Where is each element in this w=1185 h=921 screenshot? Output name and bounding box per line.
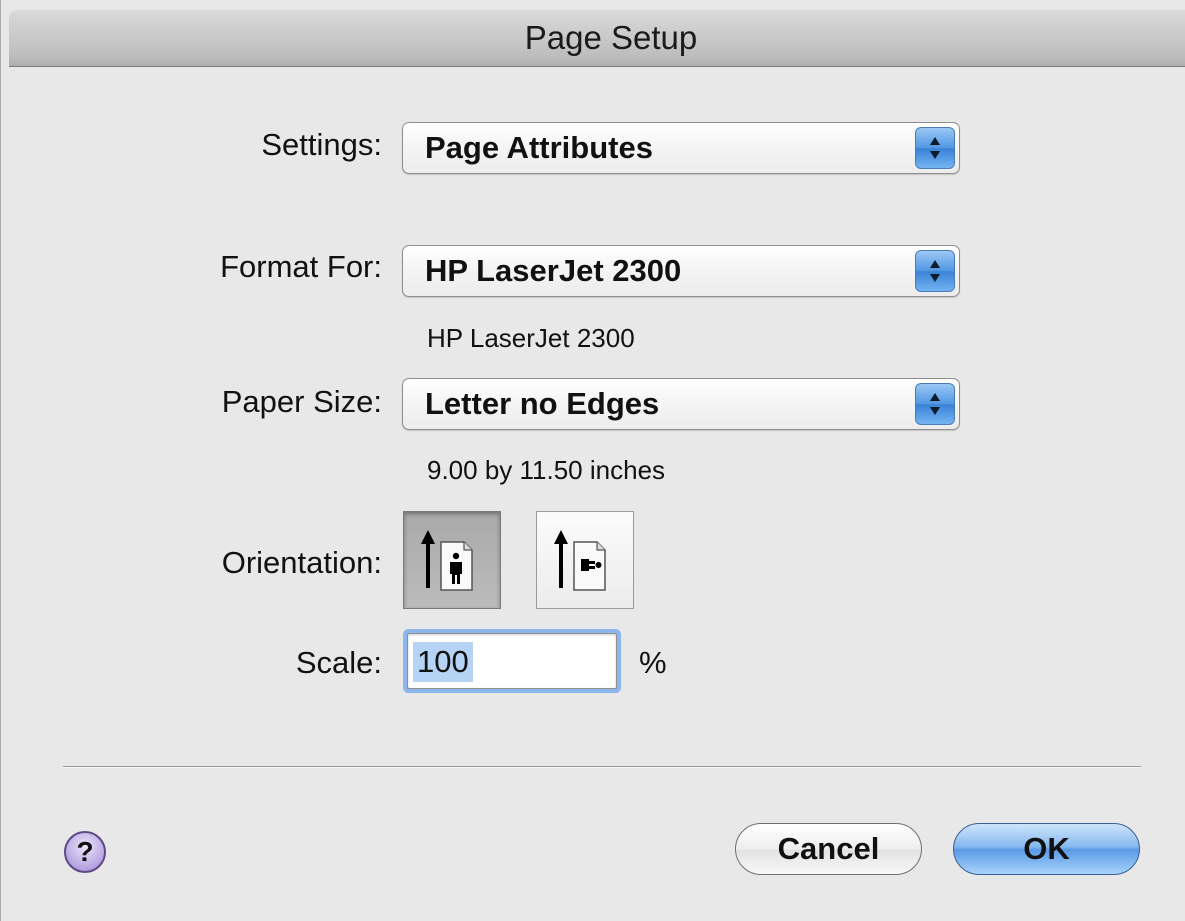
landscape-orientation-icon <box>554 530 606 591</box>
ok-button[interactable]: OK <box>953 823 1140 875</box>
paper-size-label: Paper Size: <box>221 384 382 419</box>
scale-label: Scale: <box>295 645 382 680</box>
separator <box>63 766 1141 768</box>
printer-description: HP LaserJet 2300 <box>427 323 635 353</box>
orientation-portrait-button[interactable] <box>403 511 501 609</box>
scale-input[interactable]: 100 <box>407 633 617 689</box>
page-setup-dialog: Page Setup Settings: Page Attributes For… <box>0 0 1185 921</box>
updown-arrows-icon <box>915 250 955 292</box>
format-for-value: HP LaserJet 2300 <box>425 253 682 288</box>
updown-arrows-icon <box>915 383 955 425</box>
ok-label: OK <box>1023 831 1070 866</box>
paper-size-value: Letter no Edges <box>425 386 660 421</box>
settings-popup[interactable]: Page Attributes <box>402 122 960 174</box>
help-button[interactable]: ? <box>64 831 106 873</box>
title-bar[interactable]: Page Setup <box>9 10 1185 67</box>
cancel-label: Cancel <box>777 831 880 866</box>
scale-value: 100 <box>413 642 473 682</box>
dialog-body <box>9 67 1185 921</box>
format-for-label: Format For: <box>220 249 382 284</box>
paper-size-dimensions: 9.00 by 11.50 inches <box>427 455 666 485</box>
orientation-label: Orientation: <box>221 545 382 580</box>
settings-value: Page Attributes <box>425 130 653 165</box>
updown-arrows-icon <box>915 127 955 169</box>
paper-size-popup[interactable]: Letter no Edges <box>402 378 960 430</box>
cancel-button[interactable]: Cancel <box>735 823 922 875</box>
window-title: Page Setup <box>524 19 698 56</box>
orientation-landscape-button[interactable] <box>536 511 634 609</box>
portrait-orientation-icon <box>421 530 473 591</box>
settings-label: Settings: <box>261 127 382 162</box>
scale-unit: % <box>639 645 667 680</box>
help-icon: ? <box>76 836 94 867</box>
format-for-popup[interactable]: HP LaserJet 2300 <box>402 245 960 297</box>
